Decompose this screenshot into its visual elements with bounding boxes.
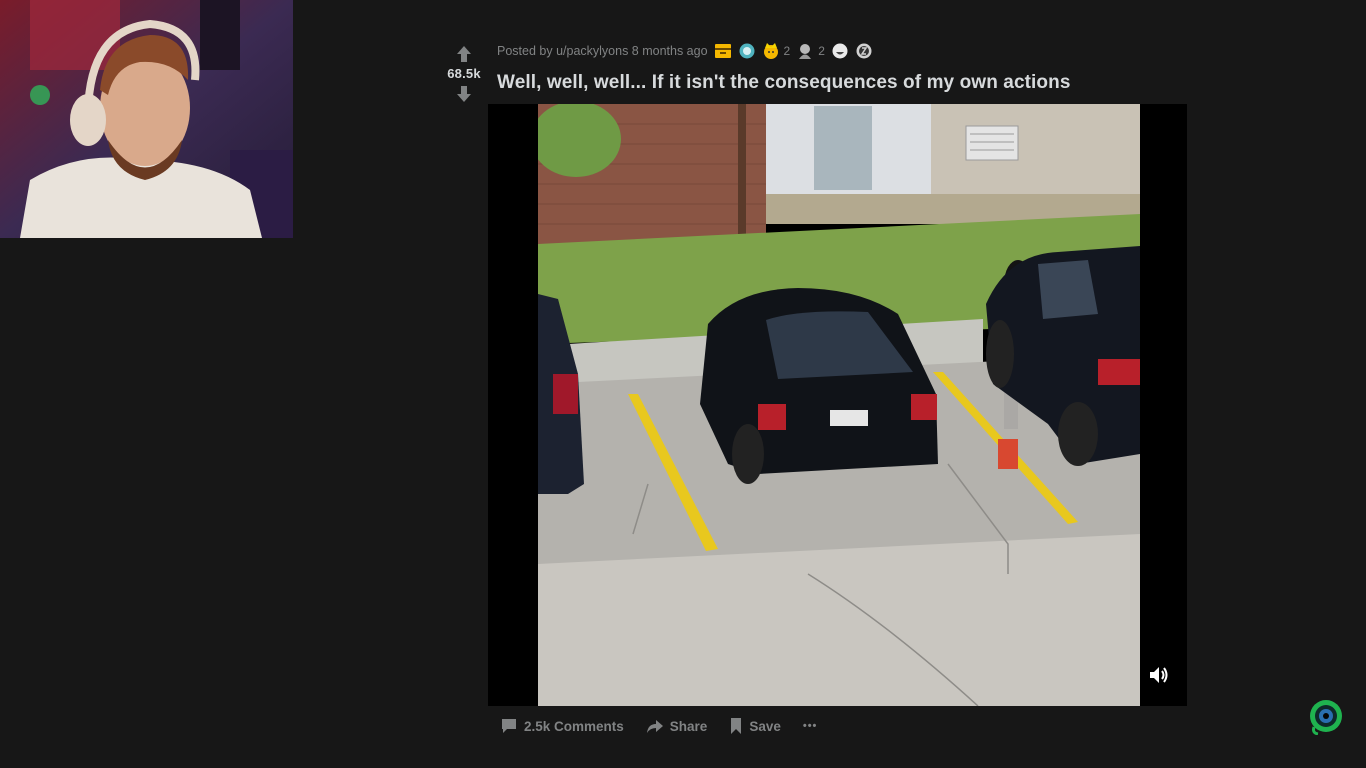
silver-award-count: 2 [818, 44, 825, 58]
webcam-feed [0, 0, 293, 238]
post-actions: 2.5k Comments Share Save ••• [500, 714, 817, 738]
speaker-icon [1150, 667, 1168, 683]
wholesome-award-count: 2 [783, 44, 791, 58]
save-label: Save [749, 718, 781, 734]
downvote-button[interactable] [454, 84, 474, 104]
volume-button[interactable] [1145, 662, 1171, 688]
webcam-overlay [0, 0, 293, 238]
vote-count: 68.5k [447, 66, 481, 81]
stage: 68.5k Posted by u/packylyons 8 months ag… [0, 0, 1366, 768]
post-meta: Posted by u/packylyons 8 months ago 2 2 [497, 40, 873, 62]
video-frame[interactable] [538, 104, 1140, 706]
posted-by-text[interactable]: Posted by u/packylyons 8 months ago [497, 44, 708, 58]
upvote-arrow-icon [457, 46, 471, 62]
post-title[interactable]: Well, well, well... If it isn't the cons… [497, 72, 1071, 94]
silver-award-icon[interactable] [796, 42, 814, 60]
more-options-label: ••• [802, 720, 818, 732]
channel-logo-icon [1308, 699, 1344, 736]
share-label: Share [669, 718, 708, 734]
comments-label: 2.5k Comments [524, 718, 624, 734]
video-player[interactable] [488, 104, 1187, 706]
share-arrow-icon [646, 720, 663, 733]
wholesome-award-icon[interactable] [762, 42, 780, 60]
more-options-button[interactable]: ••• [803, 720, 818, 732]
gold-box-award-icon[interactable] [714, 42, 732, 60]
upvote-button[interactable] [454, 44, 474, 64]
vote-column: 68.5k [440, 44, 488, 104]
coin-award-icon[interactable] [855, 42, 873, 60]
parking-lot-video-still [538, 104, 1140, 706]
comment-icon [502, 719, 516, 733]
helpful-award-icon[interactable] [738, 42, 756, 60]
save-button[interactable]: Save [729, 717, 781, 735]
comments-button[interactable]: 2.5k Comments [500, 717, 624, 735]
downvote-arrow-icon [457, 86, 471, 102]
laughing-award-icon[interactable] [831, 42, 849, 60]
bookmark-icon [731, 718, 742, 734]
share-button[interactable]: Share [646, 717, 708, 735]
